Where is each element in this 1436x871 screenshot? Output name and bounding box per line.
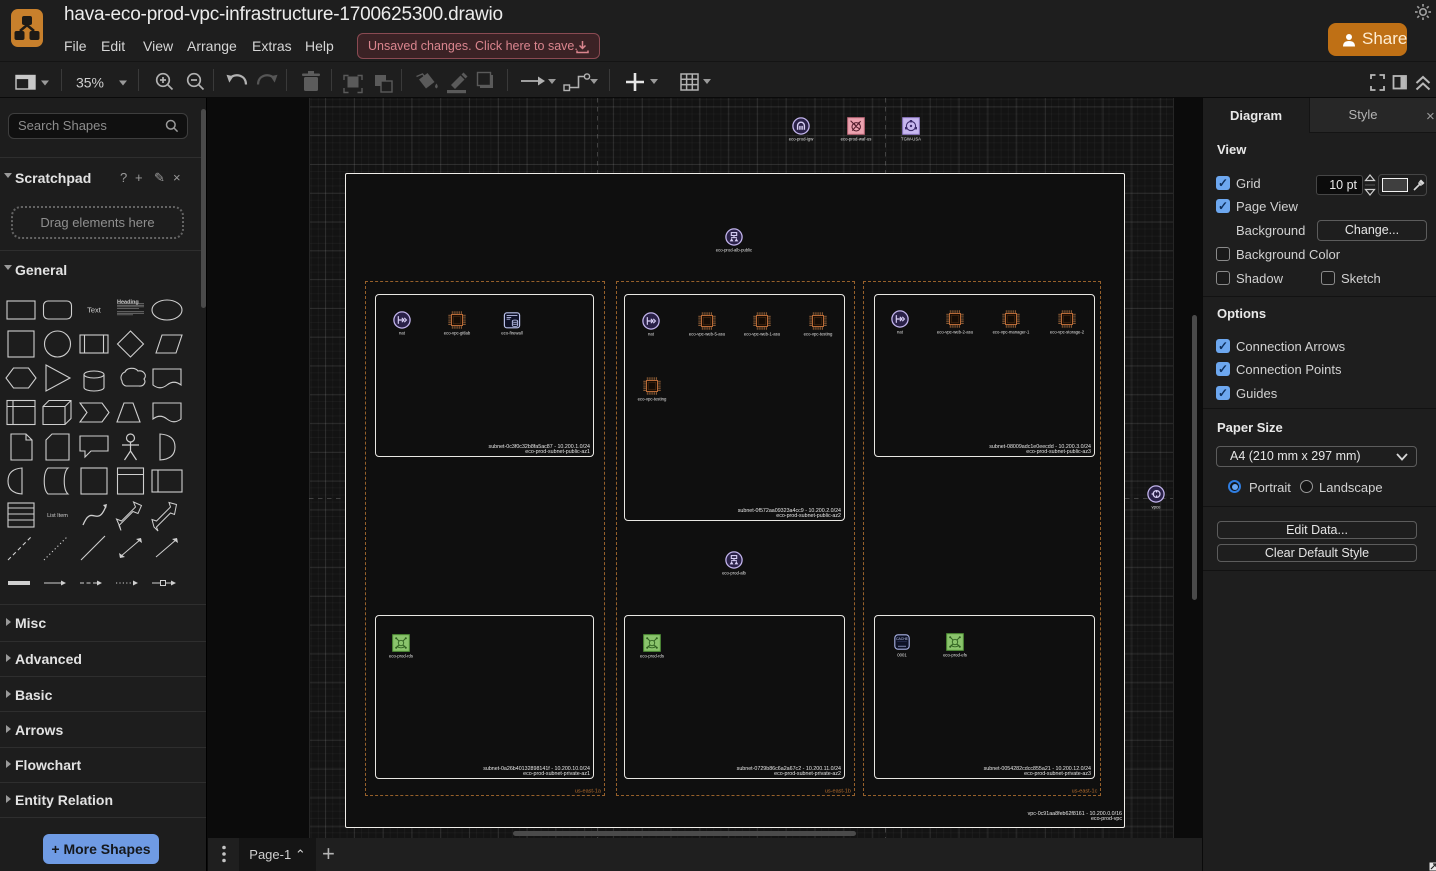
svg-text:Heading: Heading (117, 300, 139, 306)
svg-text:35%: 35% (76, 75, 104, 91)
svg-text:Text: Text (87, 306, 102, 315)
svg-text:List Item: List Item (47, 513, 68, 519)
